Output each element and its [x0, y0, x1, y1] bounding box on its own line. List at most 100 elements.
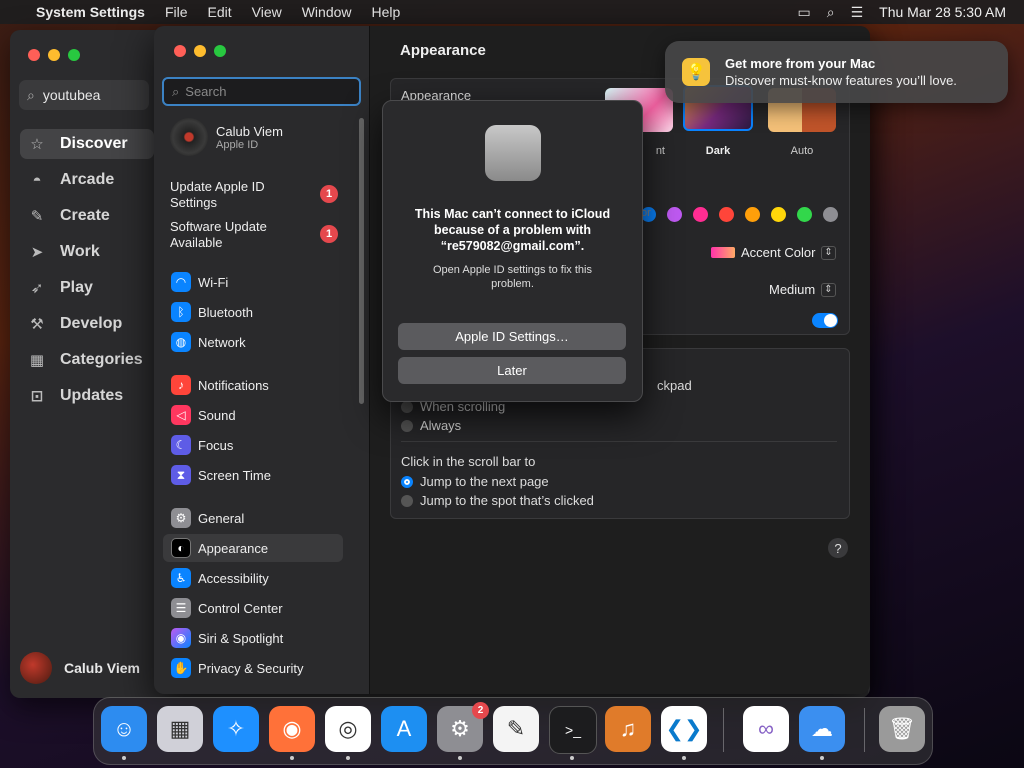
apple-id-account[interactable]: Calub Viem Apple ID [170, 118, 283, 156]
download-icon: ⊡ [30, 388, 44, 405]
sidebar-item-updates[interactable]: ⊡ Updates [20, 381, 154, 411]
sidebar-item-network[interactable]: ◍ Network [163, 328, 343, 356]
sidebar-item-label: Discover [60, 135, 128, 152]
sidebar-item-general[interactable]: ⚙ General [163, 504, 343, 532]
sidebar-item-focus[interactable]: ☾ Focus [163, 431, 343, 459]
garageband-icon[interactable]: ♫ [605, 706, 651, 752]
search-icon: ⌕ [27, 86, 35, 103]
hammer-icon: ⚒ [30, 316, 44, 333]
app-menu[interactable]: System Settings [36, 4, 145, 20]
account-button[interactable]: Calub Viem [20, 652, 140, 684]
radio-selected-icon [401, 475, 413, 488]
sidebar-item-privacy-security[interactable]: ✋ Privacy & Security [163, 654, 343, 682]
chrome-icon[interactable]: ◎ [325, 706, 371, 752]
bluetooth-icon: ᛒ [171, 302, 191, 322]
wallpaper-tinting-toggle[interactable] [812, 313, 838, 328]
menu-help[interactable]: Help [372, 4, 401, 20]
textedit-icon[interactable]: ✎ [493, 706, 539, 752]
accent-color-swatch[interactable] [693, 207, 708, 222]
close-button[interactable] [28, 49, 40, 61]
dialog-title: This Mac can’t connect to iCloud because… [414, 207, 611, 253]
sidebar-item-accessibility[interactable]: ♿ Accessibility [163, 564, 343, 592]
accent-color-swatch[interactable] [667, 207, 682, 222]
appearance-icon: ◐ [171, 538, 191, 558]
radio-icon [401, 419, 413, 432]
accent-color-swatch[interactable] [797, 207, 812, 222]
accent-color-swatch[interactable] [745, 207, 760, 222]
update-apple-id-row[interactable]: Update Apple ID Settings [170, 179, 310, 211]
spotlight-search-icon[interactable]: ⌕ [827, 4, 835, 21]
sidebar-item-categories[interactable]: ▦ Categories [20, 345, 154, 375]
finder-icon[interactable]: ☺ [101, 706, 147, 752]
sidebar-item-label: Sound [198, 407, 236, 423]
sidebar-item-control-center[interactable]: ☰ Control Center [163, 594, 343, 622]
chevron-updown-icon: ⇕ [821, 282, 836, 297]
sidebar-item-label: Accessibility [198, 570, 269, 586]
safari-icon[interactable]: ✧ [213, 706, 259, 752]
chevron-updown-icon: ⇕ [821, 245, 836, 260]
zoom-button[interactable] [68, 49, 80, 61]
zoom-button[interactable] [214, 45, 226, 57]
sidebar-item-label: Focus [198, 437, 234, 453]
weather-icon[interactable]: ☁ [799, 706, 845, 752]
screen-mirroring-icon[interactable]: ▭ [798, 4, 811, 21]
dock-separator [864, 708, 865, 752]
sidebar-item-create[interactable]: ✎ Create [20, 201, 154, 231]
sidebar-item-appearance[interactable]: ◐ Appearance [163, 534, 343, 562]
help-button[interactable]: ? [828, 538, 848, 558]
accent-color-swatch[interactable] [719, 207, 734, 222]
settings-search-field[interactable]: ⌕ Search [162, 77, 361, 106]
alert-badge: 1 [320, 185, 338, 203]
show-scroll-always[interactable]: Always [401, 418, 461, 433]
jump-spot-clicked-radio[interactable]: Jump to the spot that’s clicked [401, 493, 594, 508]
dialog-message: Open Apple ID settings to fix this probl… [433, 264, 592, 290]
visual-studio-icon[interactable]: ∞ [743, 706, 789, 752]
sidebar-item-discover[interactable]: ☆ Discover [20, 129, 154, 159]
sidebar-item-arcade[interactable]: ◓ Arcade [20, 165, 154, 195]
accent-color-swatch[interactable] [823, 207, 838, 222]
search-icon: ⌕ [172, 83, 180, 99]
app-store-search-field[interactable]: ⌕ youtubea [19, 80, 149, 110]
radio-label: Jump to the next page [420, 474, 549, 489]
app-store-icon[interactable]: A [381, 706, 427, 752]
menu-edit[interactable]: Edit [208, 4, 232, 20]
sidebar-item-work[interactable]: ➤ Work [20, 237, 154, 267]
sidebar-item-sound[interactable]: ◁ Sound [163, 401, 343, 429]
sidebar-item-play[interactable]: ➶ Play [20, 273, 154, 303]
trash-icon[interactable]: 🗑 [879, 706, 925, 752]
firefox-icon[interactable]: ◉ [269, 706, 315, 752]
apple-id-settings-button[interactable]: Apple ID Settings… [398, 323, 626, 350]
running-indicator [570, 756, 574, 760]
control-center-icon[interactable]: ☰ [851, 4, 864, 21]
jump-next-page-radio[interactable]: Jump to the next page [401, 474, 549, 489]
sidebar-item-label: Work [60, 243, 100, 260]
sidebar-item-siri-spotlight[interactable]: ◉ Siri & Spotlight [163, 624, 343, 652]
sidebar-item-screen-time[interactable]: ⧗ Screen Time [163, 461, 343, 489]
highlight-color-popup[interactable]: Accent Color ⇕ [711, 245, 836, 260]
account-name: Calub Viem [64, 660, 140, 676]
sidebar-scrollbar[interactable] [359, 118, 364, 404]
minimize-button[interactable] [194, 45, 206, 57]
running-indicator [122, 756, 126, 760]
avatar [170, 118, 208, 156]
sidebar-item-bluetooth[interactable]: ᛒ Bluetooth [163, 298, 343, 326]
sidebar-item-label: Notifications [198, 377, 269, 393]
accent-color-swatch[interactable] [771, 207, 786, 222]
star-icon: ☆ [30, 136, 44, 153]
sidebar-item-wifi[interactable]: ◠ Wi-Fi [163, 268, 343, 296]
menu-view[interactable]: View [252, 4, 282, 20]
tips-notification[interactable]: 💡 Get more from your Mac Discover must-k… [665, 41, 1008, 103]
menubar-clock[interactable]: Thu Mar 28 5:30 AM [879, 4, 1006, 20]
sidebar-item-notifications[interactable]: ♪ Notifications [163, 371, 343, 399]
sidebar-icon-size-popup[interactable]: Medium ⇕ [769, 282, 836, 297]
close-button[interactable] [174, 45, 186, 57]
software-update-row[interactable]: Software Update Available [170, 219, 310, 251]
minimize-button[interactable] [48, 49, 60, 61]
menu-window[interactable]: Window [302, 4, 352, 20]
menu-file[interactable]: File [165, 4, 188, 20]
vscode-icon[interactable]: ❮❯ [661, 706, 707, 752]
launchpad-icon[interactable]: ▦ [157, 706, 203, 752]
sidebar-item-develop[interactable]: ⚒ Develop [20, 309, 154, 339]
later-button[interactable]: Later [398, 357, 626, 384]
terminal-icon[interactable]: >_ [549, 706, 597, 754]
